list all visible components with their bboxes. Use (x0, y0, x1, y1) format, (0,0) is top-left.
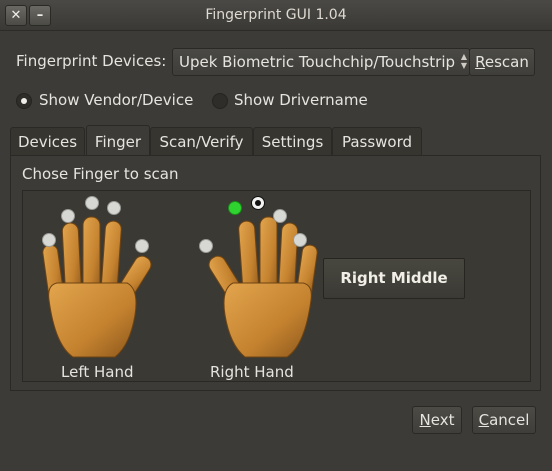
left-middle-finger-dot[interactable] (85, 196, 99, 210)
cancel-button[interactable]: Cancel (472, 406, 536, 434)
radio-show-drivername-label[interactable]: Show Drivername (234, 91, 368, 109)
right-little-finger-dot[interactable] (293, 233, 307, 247)
radio-show-vendor-device-label[interactable]: Show Vendor/Device (39, 91, 193, 109)
title-bar: ✕ – Fingerprint GUI 1.04 (0, 0, 552, 31)
left-index-finger-dot[interactable] (107, 201, 121, 215)
next-label: ext (430, 411, 455, 429)
right-middle-finger-dot[interactable] (251, 196, 265, 210)
tab-password[interactable]: Password (332, 127, 422, 156)
rescan-button[interactable]: Rescan (469, 48, 535, 76)
right-hand-image[interactable] (195, 205, 325, 365)
right-thumb-dot[interactable] (199, 239, 213, 253)
device-select-value: Upek Biometric Touchchip/Touchstrip (179, 53, 455, 71)
combo-arrows-icon: ▲ ▼ (460, 52, 467, 70)
right-ring-finger-dot[interactable] (273, 209, 287, 223)
left-ring-finger-dot[interactable] (61, 209, 75, 223)
tab-scan-verify[interactable]: Scan/Verify (150, 127, 253, 156)
device-select[interactable]: Upek Biometric Touchchip/Touchstrip ▲ ▼ (172, 48, 470, 76)
radio-show-vendor-device[interactable] (16, 93, 32, 109)
tab-devices[interactable]: Devices (10, 127, 85, 156)
tab-finger[interactable]: Finger (86, 125, 150, 156)
left-hand-label: Left Hand (61, 363, 134, 381)
right-hand-label: Right Hand (210, 363, 294, 381)
rescan-mnemonic: R (475, 53, 485, 71)
cancel-label: ancel (489, 411, 530, 429)
window-title: Fingerprint GUI 1.04 (205, 7, 347, 23)
devices-label: Fingerprint Devices: (16, 52, 167, 70)
choose-finger-heading: Chose Finger to scan (22, 165, 179, 183)
left-little-finger-dot[interactable] (42, 233, 56, 247)
fingerprint-gui-window: ✕ – Fingerprint GUI 1.04 Fingerprint Dev… (0, 0, 552, 471)
rescan-label: escan (484, 53, 529, 71)
left-thumb-dot[interactable] (135, 239, 149, 253)
right-index-finger-dot[interactable] (228, 201, 242, 215)
selected-finger-display: Right Middle (323, 258, 465, 299)
radio-show-drivername[interactable] (212, 93, 228, 109)
next-mnemonic: N (419, 411, 431, 429)
next-button[interactable]: Next (412, 406, 462, 434)
cancel-mnemonic: C (478, 411, 490, 429)
tab-settings[interactable]: Settings (253, 127, 332, 156)
left-hand-image[interactable] (35, 205, 165, 365)
